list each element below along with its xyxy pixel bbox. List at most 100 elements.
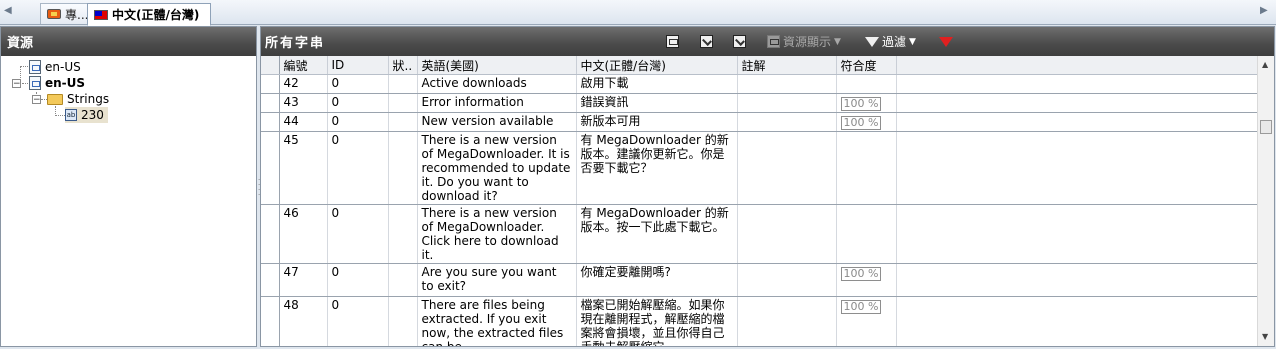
- translation-text[interactable]: 檔案已開始解壓縮。如果你現在離開程式，解壓縮的檔案將會損壞，並且你得自己手動去解…: [576, 296, 738, 346]
- translation-text[interactable]: 有 MegaDownloader 的新版本。建議你更新它。你是否要下載它？: [576, 131, 738, 205]
- tree-item-230[interactable]: ab 230: [65, 107, 108, 123]
- match-badge: 100 %: [840, 116, 882, 130]
- resource-file-icon: [29, 76, 41, 90]
- scroll-up-icon[interactable]: ▲: [1262, 60, 1268, 69]
- comment[interactable]: [737, 296, 837, 346]
- string-table-icon: ab: [65, 109, 77, 121]
- row-id: 0: [327, 204, 389, 264]
- resource-display-button[interactable]: 資源顯示 ▼: [767, 33, 841, 50]
- filter-icon: [865, 36, 879, 47]
- strings-toolbar: 所有字串 資源顯示 ▼ 過濾 ▼: [261, 27, 1274, 56]
- row-number: 43: [279, 93, 328, 113]
- app-icon: [47, 9, 61, 19]
- row-id: 0: [327, 112, 389, 132]
- comment[interactable]: [737, 93, 837, 113]
- translation-text[interactable]: 你確定要離開嗎?: [576, 263, 738, 297]
- table-row[interactable]: 47 0 Are you sure you want to exit? 你確定要…: [261, 263, 1257, 297]
- tree-item-label: en-US: [45, 76, 86, 90]
- match-cell: [836, 204, 897, 264]
- row-id: 0: [327, 74, 389, 94]
- column-header[interactable]: 中文(正體/台灣): [576, 56, 738, 75]
- vertical-scrollbar[interactable]: ▲ ▼: [1257, 56, 1274, 346]
- match-badge: 100 %: [840, 97, 882, 111]
- column-header[interactable]: 編號: [279, 56, 328, 75]
- translation-text[interactable]: 有 MegaDownloader 的新版本。按一下此處下載它。: [576, 204, 738, 264]
- tree-item-label: 230: [81, 108, 104, 122]
- row-status: [388, 204, 418, 264]
- export-button[interactable]: [733, 33, 746, 50]
- tree-item-en-us-2[interactable]: en-US: [29, 75, 85, 91]
- row-number: 42: [279, 74, 328, 94]
- export-icon: [733, 35, 746, 48]
- comment[interactable]: [737, 131, 837, 205]
- tree-item-en-us-1[interactable]: en-US: [29, 59, 81, 75]
- match-cell: 100 %: [836, 93, 897, 113]
- tab-label: 中文(正體/台灣): [112, 8, 200, 22]
- row-status: [388, 263, 418, 297]
- translation-text[interactable]: 新版本可用: [576, 112, 738, 132]
- match-badge: 100 %: [840, 300, 882, 314]
- collapse-icon[interactable]: −: [32, 95, 41, 105]
- source-text: There are files being extracted. If you …: [417, 296, 577, 346]
- comment[interactable]: [737, 74, 837, 94]
- chevron-down-icon: ▼: [909, 36, 916, 47]
- scroll-down-icon[interactable]: ▼: [1262, 332, 1268, 341]
- collapse-icon[interactable]: −: [12, 79, 21, 89]
- table-row[interactable]: 43 0 Error information 錯誤資訊 100 %: [261, 93, 1257, 113]
- table-row[interactable]: 45 0 There is a new version of MegaDownl…: [261, 131, 1257, 205]
- comment[interactable]: [737, 263, 837, 297]
- source-text: Are you sure you want to exit?: [417, 263, 577, 297]
- document-tab-bar: ◀ 專... 中文(正體/台灣) ▶: [0, 0, 1276, 26]
- translation-text[interactable]: 錯誤資訊: [576, 93, 738, 113]
- tab-label: 專...: [65, 7, 89, 22]
- import-icon: [700, 35, 713, 48]
- column-header[interactable]: 註解: [737, 56, 837, 75]
- match-cell: [836, 74, 897, 94]
- row-number: 45: [279, 131, 328, 205]
- taiwan-flag-icon: [94, 9, 108, 20]
- table-row[interactable]: 48 0 There are files being extracted. If…: [261, 296, 1257, 346]
- import-button[interactable]: [700, 33, 713, 50]
- view-button[interactable]: [666, 33, 679, 50]
- resource-file-icon: [29, 60, 41, 74]
- tab-scroll-right-icon[interactable]: ▶: [1260, 5, 1268, 16]
- tree-item-label: en-US: [45, 60, 81, 74]
- table-row[interactable]: 44 0 New version available 新版本可用 100 %: [261, 112, 1257, 132]
- column-header[interactable]: 符合度: [836, 56, 897, 75]
- clear-filter-icon: [939, 36, 953, 47]
- table-row[interactable]: 42 0 Active downloads 啟用下載: [261, 74, 1257, 94]
- filter-label: 過濾: [882, 35, 907, 49]
- table-row[interactable]: 46 0 There is a new version of MegaDownl…: [261, 204, 1257, 264]
- row-id: 0: [327, 93, 389, 113]
- view-icon: [666, 35, 679, 48]
- row-status: [388, 74, 418, 94]
- row-id: 0: [327, 296, 389, 346]
- translation-text[interactable]: 啟用下載: [576, 74, 738, 94]
- column-header[interactable]: ID: [327, 56, 389, 75]
- row-status: [388, 131, 418, 205]
- filter-button[interactable]: 過濾 ▼: [865, 33, 916, 50]
- tree-item-label: Strings: [67, 92, 110, 106]
- clear-filter-button[interactable]: [939, 33, 953, 50]
- folder-icon: [47, 93, 63, 105]
- match-cell: 100 %: [836, 296, 897, 346]
- tree-item-strings[interactable]: Strings: [47, 91, 109, 107]
- row-status: [388, 112, 418, 132]
- row-status: [388, 296, 418, 346]
- comment[interactable]: [737, 204, 837, 264]
- tab-zh-tw[interactable]: 中文(正體/台灣): [87, 3, 211, 26]
- scroll-thumb[interactable]: [1260, 120, 1272, 134]
- match-badge: 100 %: [840, 267, 882, 281]
- strings-grid: 編號 ID 狀.. 英語(美國) 中文(正體/台灣) 註解 符合度 42 0 A…: [261, 56, 1257, 346]
- resource-display-icon: [767, 35, 780, 48]
- resource-panel: 資源 en-US − en-US − Strings ab 230: [0, 26, 257, 347]
- match-cell: [836, 131, 897, 205]
- strings-panel-title: 所有字串: [265, 36, 326, 51]
- row-status: [388, 93, 418, 113]
- row-number: 44: [279, 112, 328, 132]
- match-cell: 100 %: [836, 263, 897, 297]
- comment[interactable]: [737, 112, 837, 132]
- tab-scroll-left-icon[interactable]: ◀: [4, 5, 12, 16]
- column-header[interactable]: 英語(美國): [417, 56, 577, 75]
- column-header[interactable]: 狀..: [388, 56, 418, 75]
